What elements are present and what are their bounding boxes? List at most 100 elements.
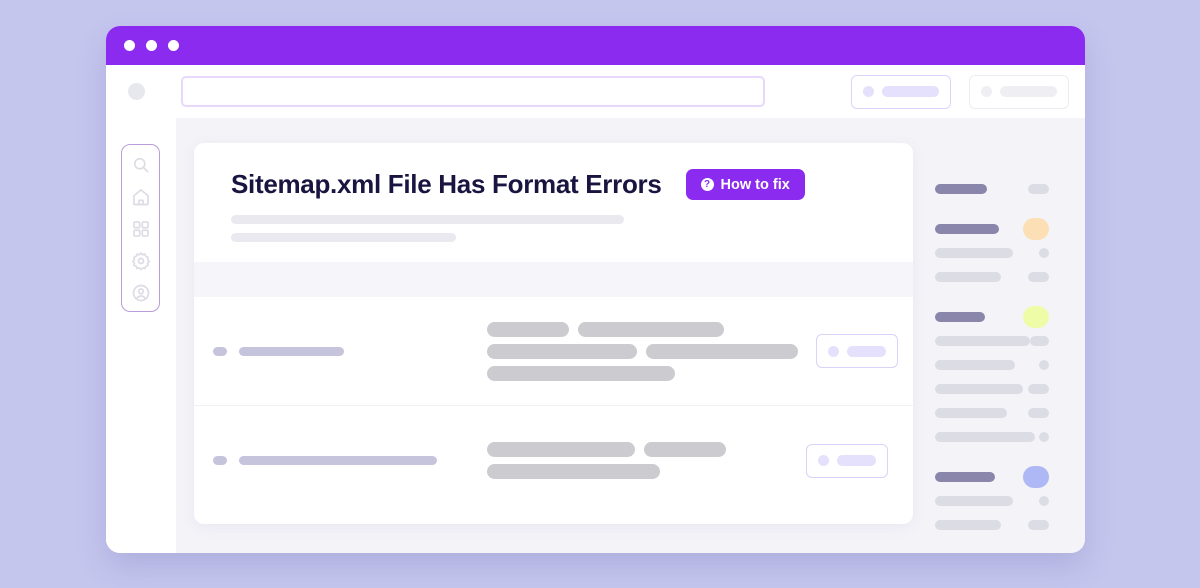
right-panel-group-3 <box>935 305 1049 449</box>
sidebar-item-account[interactable] <box>130 282 152 304</box>
row-label-cell <box>213 346 475 356</box>
section-title-placeholder <box>935 312 985 322</box>
row-label-placeholder <box>239 456 437 465</box>
close-button[interactable] <box>124 40 135 51</box>
gear-icon <box>131 252 150 271</box>
content-placeholder-bar <box>646 343 798 359</box>
right-panel-list-item[interactable] <box>935 513 1049 537</box>
status-badge <box>1028 408 1049 418</box>
row-content-cell <box>475 321 798 381</box>
content-placeholder-bar <box>578 321 724 337</box>
status-badge <box>1029 336 1049 346</box>
right-panel-section-header[interactable] <box>935 465 1049 489</box>
row-action-label <box>837 455 876 466</box>
card-header: Sitemap.xml File Has Format Errors ? How… <box>194 143 913 262</box>
right-panel-list-item[interactable] <box>935 241 1049 265</box>
row-action-icon <box>818 455 829 466</box>
item-label-placeholder <box>935 520 1001 530</box>
grid-icon <box>132 221 149 237</box>
toolbar-secondary-icon <box>981 86 992 97</box>
status-badge <box>1039 432 1049 442</box>
browser-window: Sitemap.xml File Has Format Errors ? How… <box>106 26 1085 553</box>
row-label-cell <box>213 456 475 465</box>
right-panel-list-item[interactable] <box>935 265 1049 289</box>
browser-titlebar <box>106 26 1085 65</box>
row-content-line <box>487 343 798 359</box>
issue-card: Sitemap.xml File Has Format Errors ? How… <box>194 143 913 524</box>
status-badge <box>1028 384 1049 394</box>
content-placeholder-bar <box>487 343 637 359</box>
how-to-fix-button[interactable]: ? How to fix <box>685 169 805 200</box>
question-mark-icon: ? <box>700 178 714 191</box>
right-panel-list-item[interactable] <box>935 425 1049 449</box>
row-content-line <box>487 365 798 381</box>
home-icon <box>132 189 149 206</box>
right-panel-group-2 <box>935 217 1049 289</box>
main-column: Sitemap.xml File Has Format Errors ? How… <box>176 118 1085 553</box>
sidebar-nav <box>121 144 160 312</box>
item-label-placeholder <box>935 496 1013 506</box>
toolbar-primary-button[interactable] <box>851 74 951 109</box>
table-row[interactable] <box>194 297 913 406</box>
row-content-line <box>487 442 788 457</box>
content-placeholder-bar <box>487 442 635 457</box>
card-table-header-strip <box>194 262 913 297</box>
content-placeholder-bar <box>487 365 675 381</box>
status-badge <box>1023 466 1049 488</box>
toolbar-primary-icon <box>863 86 874 97</box>
row-action-button[interactable] <box>816 334 898 368</box>
row-action-icon <box>828 345 839 357</box>
status-badge <box>1028 520 1049 530</box>
sidebar-item-home[interactable] <box>130 186 152 208</box>
sidebar-item-search[interactable] <box>130 154 152 176</box>
right-panel-list-item[interactable] <box>935 489 1049 513</box>
minimize-button[interactable] <box>146 40 157 51</box>
row-action-label <box>847 345 886 357</box>
section-title-placeholder <box>935 224 999 234</box>
issue-row-list <box>194 297 913 524</box>
maximize-button[interactable] <box>168 40 179 51</box>
status-badge <box>1023 306 1049 328</box>
right-panel-list-item[interactable] <box>935 401 1049 425</box>
right-panel-group-gap <box>935 203 1049 217</box>
table-row[interactable] <box>194 406 913 515</box>
toolbar-primary-label <box>882 86 939 97</box>
sidebar-item-settings[interactable] <box>130 250 152 272</box>
item-label-placeholder <box>935 432 1035 442</box>
left-rail-background <box>106 118 176 553</box>
right-panel-section-header[interactable] <box>935 305 1049 329</box>
row-action-button[interactable] <box>806 443 888 478</box>
status-badge <box>1039 360 1049 370</box>
title-row: Sitemap.xml File Has Format Errors ? How… <box>231 169 876 200</box>
subtitle-placeholder-1 <box>231 215 624 224</box>
right-panel-section-header[interactable] <box>935 217 1049 241</box>
item-label-placeholder <box>935 384 1023 394</box>
right-panel-list-item[interactable] <box>935 353 1049 377</box>
row-status-dot <box>213 346 227 356</box>
content-placeholder-bar <box>644 442 726 457</box>
status-badge <box>1039 248 1049 258</box>
address-bar-input[interactable] <box>181 76 765 107</box>
status-badge <box>1028 272 1049 282</box>
sidebar-item-apps[interactable] <box>130 218 152 240</box>
item-label-placeholder <box>935 360 1015 370</box>
section-title-placeholder <box>935 472 995 482</box>
right-panel-group-gap <box>935 451 1049 465</box>
user-icon <box>132 284 149 302</box>
right-panel-group-gap <box>935 291 1049 305</box>
right-panel-list-item[interactable] <box>935 377 1049 401</box>
right-panel-group-1 <box>935 177 1049 201</box>
row-status-dot <box>213 456 227 465</box>
app-body: Sitemap.xml File Has Format Errors ? How… <box>106 118 1085 553</box>
right-panel-list-item[interactable] <box>935 329 1049 353</box>
content-placeholder-bar <box>487 321 569 337</box>
page-title: Sitemap.xml File Has Format Errors <box>231 169 662 199</box>
profile-avatar[interactable] <box>128 83 145 100</box>
item-label-placeholder <box>935 408 1007 418</box>
right-panel-section-header[interactable] <box>935 177 1049 201</box>
how-to-fix-label: How to fix <box>720 176 790 193</box>
search-icon <box>133 157 148 173</box>
row-label-placeholder <box>239 346 344 356</box>
right-panel <box>913 143 1069 553</box>
toolbar-secondary-button[interactable] <box>969 74 1069 109</box>
